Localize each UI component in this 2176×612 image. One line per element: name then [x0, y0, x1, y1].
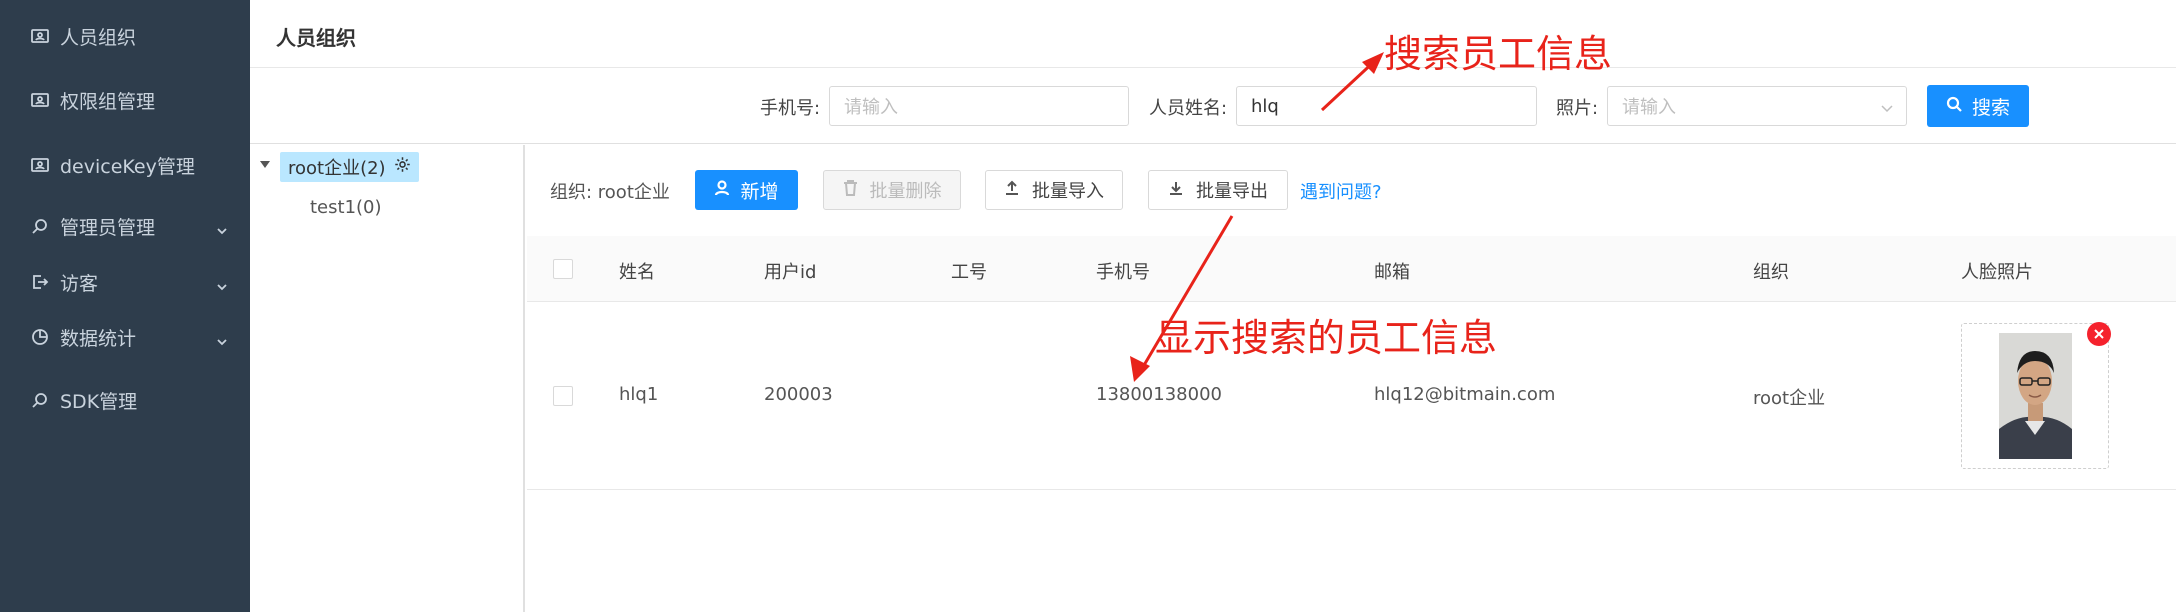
- app-window: 人员组织 权限组管理 deviceKey管理 管理员管理 访客 数据统计 SDK…: [0, 0, 2176, 612]
- annotation-search-employee: 搜索员工信息: [1384, 32, 1613, 76]
- annotation-show-results: 显示搜索的员工信息: [1155, 316, 1498, 360]
- annotation-arrows: [1130, 52, 1384, 382]
